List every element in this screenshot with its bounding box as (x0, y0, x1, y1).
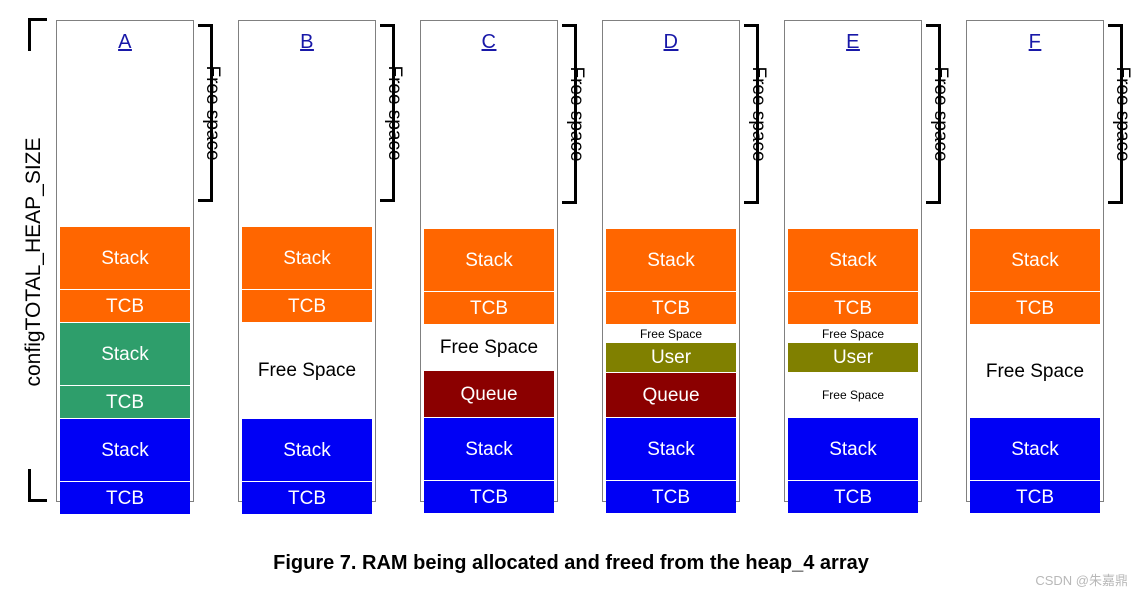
free-space-annotation-6: Free space (1106, 24, 1138, 204)
heap-column-d: D Stack TCB Free Space User Queue Stack TCB (602, 20, 740, 513)
memory-block-tcb: TCB (60, 290, 190, 322)
memory-block-stack: Stack (970, 418, 1100, 480)
free-space-annotation-2: Free space (378, 24, 410, 202)
free-space-label: Free space (202, 65, 223, 161)
memory-block-queue: Queue (424, 371, 554, 417)
free-space-annotation-3: Free space (560, 24, 592, 204)
memory-block-stack: Stack (606, 229, 736, 291)
watermark: CSDN @朱嘉鼎 (1035, 573, 1128, 588)
memory-block-stack: Stack (788, 418, 918, 480)
heap-column-b: B Stack TCB Free Space Stack TCB (238, 20, 376, 514)
memory-block-empty (970, 24, 1100, 229)
memory-block-empty (606, 24, 736, 229)
memory-block-queue: Queue (606, 373, 736, 417)
free-space-annotation-4: Free space (742, 24, 774, 204)
memory-block-empty (242, 24, 372, 227)
memory-block-tcb: TCB (424, 292, 554, 324)
memory-block-tcb: TCB (606, 481, 736, 513)
memory-block-stack: Stack (606, 418, 736, 480)
memory-block-stack: Stack (60, 227, 190, 289)
heap-column-a: A Stack TCB Stack TCB Stack TCB (56, 20, 194, 514)
memory-block-tcb: TCB (970, 481, 1100, 513)
memory-block-free-space: Free Space (985, 360, 1085, 382)
memory-block-stack: Stack (788, 229, 918, 291)
heap-column-c: C Stack TCB Free Space Queue Stack TCB (420, 20, 558, 513)
heap-column-e: E Stack TCB Free Space User Free Space Stack TC… (784, 20, 922, 513)
free-space-label: Free space (1112, 66, 1133, 162)
memory-block-tcb: TCB (606, 292, 736, 324)
heap-column-f: F Stack TCB Free Space Stack TCB (966, 20, 1104, 513)
memory-block-free-space: Free Space (439, 337, 539, 358)
memory-block-free-space: Free Space (639, 326, 703, 341)
heap-size-label: configTOTAL_HEAP_SIZE (22, 137, 45, 387)
memory-block-stack: Stack (60, 323, 190, 385)
column-blocks: Stack TCB Free Space User Free Space Stack TCB (788, 24, 918, 513)
memory-block-tcb: TCB (60, 386, 190, 418)
memory-block-tcb: TCB (970, 292, 1100, 324)
free-space-annotation-5: Free space (924, 24, 956, 204)
heap-size-axis: configTOTAL_HEAP_SIZE (10, 18, 56, 502)
column-blocks: Stack TCB Stack TCB Stack TCB (60, 24, 190, 514)
memory-block-stack: Stack (60, 419, 190, 481)
figure-caption: Figure 7. RAM being allocated and freed … (273, 552, 869, 574)
free-space-label: Free space (384, 65, 405, 161)
memory-block-tcb: TCB (242, 290, 372, 322)
column-blocks: Stack TCB Free Space Queue Stack TCB (424, 24, 554, 513)
memory-block-tcb: TCB (242, 482, 372, 514)
memory-block-empty (60, 24, 190, 227)
memory-block-stack: Stack (242, 419, 372, 481)
memory-block-empty (788, 24, 918, 229)
memory-block-tcb: TCB (424, 481, 554, 513)
memory-block-empty (424, 24, 554, 229)
memory-block-stack: Stack (424, 418, 554, 480)
free-space-label: Free space (748, 66, 769, 162)
free-space-label: Free space (930, 66, 951, 162)
free-space-annotation-1: Free space (196, 24, 228, 202)
memory-block-free-space: Free Space (821, 326, 885, 341)
memory-block-free-space: Free Space (257, 360, 357, 381)
memory-block-stack: Stack (970, 229, 1100, 291)
memory-block-tcb: TCB (788, 481, 918, 513)
column-blocks: Stack TCB Free Space Stack TCB (242, 24, 372, 514)
memory-block-free-space: Free Space (821, 388, 885, 402)
memory-block-tcb: TCB (788, 292, 918, 324)
column-blocks: Stack TCB Free Space Stack TCB (970, 24, 1100, 513)
heap-allocation-figure: configTOTAL_HEAP_SIZE A Stack TCB Stack TCB S… (0, 0, 1142, 596)
memory-block-stack: Stack (424, 229, 554, 291)
memory-block-stack: Stack (242, 227, 372, 289)
memory-block-user: User (788, 343, 918, 372)
memory-block-tcb: TCB (60, 482, 190, 514)
column-blocks: Stack TCB Free Space User Queue Stack TCB (606, 24, 736, 513)
memory-block-user: User (606, 343, 736, 372)
free-space-label: Free space (566, 66, 587, 162)
